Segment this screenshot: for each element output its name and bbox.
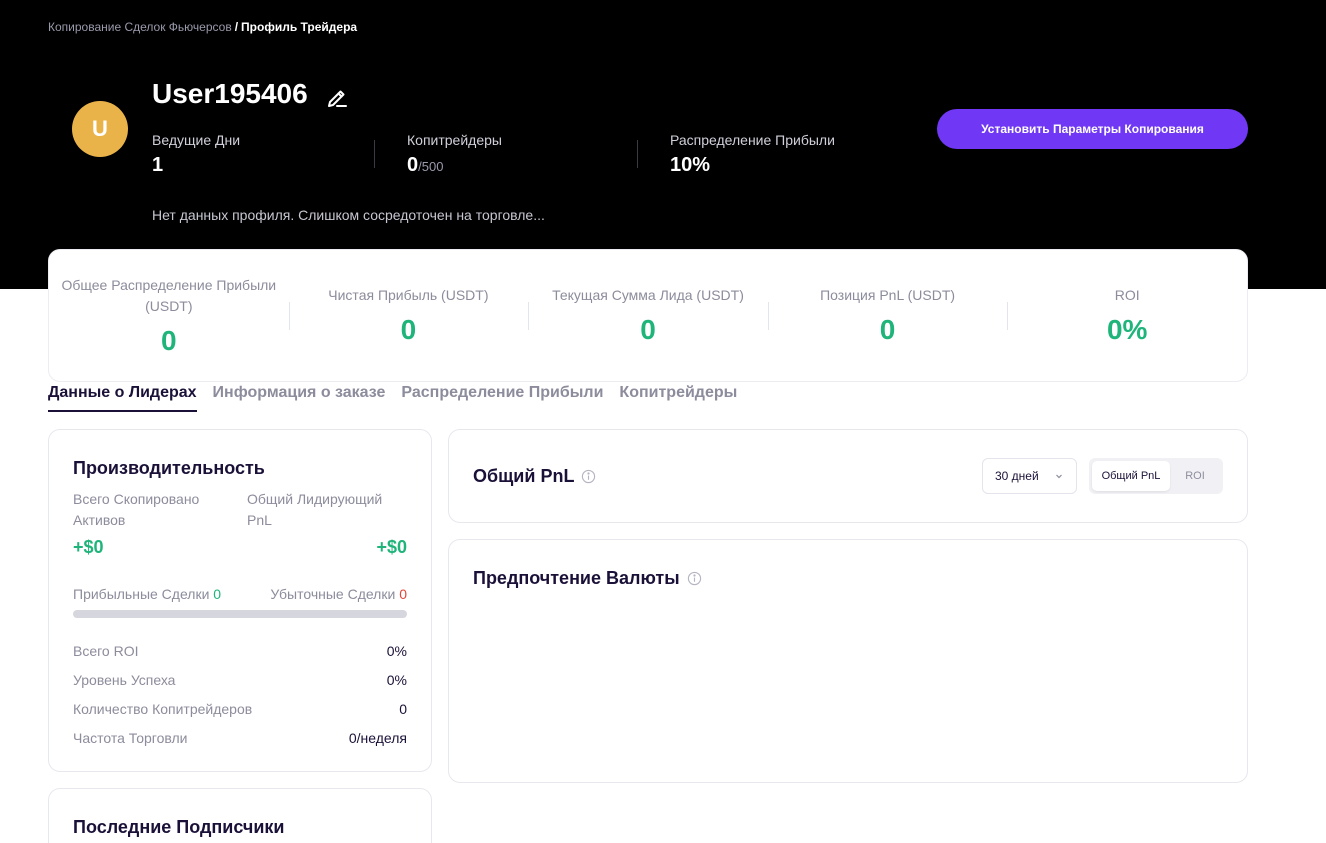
pnl-roi-toggle: Общий PnL ROI [1089,458,1223,494]
summary-panel: Общее Распределение Прибыли (USDT) 0 Чис… [48,249,1248,382]
breadcrumb-current: Профиль Трейдера [241,20,358,34]
total-copied-value: +$0 [73,537,104,557]
perf-row-label: Частота Торговли [73,729,188,746]
lead-pnl-label: Общий Лидирующий PnL [247,491,383,528]
stat-divider [637,140,638,168]
copytraders-stat: Копитрейдеры 0/500 [407,132,502,177]
perf-row-label: Всего ROI [73,642,139,659]
performance-card: Производительность Всего Скопировано Акт… [48,429,432,772]
win-loss-bar [73,610,407,618]
recent-subscribers-card: Последние Подписчики [48,788,432,843]
period-select[interactable]: 30 дней [982,458,1077,494]
perf-row-success-rate: Уровень Успеха 0% [73,665,407,694]
summary-value: 0 [161,324,177,356]
chevron-down-icon [1056,474,1062,479]
summary-net-profit: Чистая Прибыль (USDT) 0 [288,250,529,381]
perf-row-value: 0/неделя [348,729,407,746]
perf-row-trade-frequency: Частота Торговли 0/неделя [73,723,407,752]
currency-preference-card: Предпочтение Валюты [448,539,1248,783]
currency-preference-title: Предпочтение Валюты [473,568,680,588]
performance-title: Производительность [73,458,265,478]
breadcrumb-separator: / [234,20,239,34]
profile-tabs: Данные о Лидерах Информация о заказе Рас… [48,384,737,412]
summary-lead-amount: Текущая Сумма Лида (USDT) 0 [528,250,768,381]
summary-roi: ROI 0% [1007,250,1247,381]
copytraders-count: 0 [407,154,419,176]
summary-label: Текущая Сумма Лида (USDT) [552,287,744,303]
breadcrumb: Копирование Сделок Фьючерсов / Профиль Тре… [48,20,357,34]
summary-value: 0 [640,314,656,345]
profile-bio: Нет данных профиля. Слишком сосредоточен… [152,207,545,223]
lead-days-stat: Ведущие Дни 1 [152,132,240,177]
perf-row-value: 0% [386,642,407,659]
profit-trades-count: 0 [213,586,222,602]
stat-divider [374,140,375,168]
tab-copytraders[interactable]: Копитрейдеры [619,384,737,412]
copytraders-max: /500 [418,159,444,174]
toggle-roi[interactable]: ROI [1170,461,1220,491]
summary-value: 0 [879,314,896,345]
toggle-total-pnl[interactable]: Общий PnL [1092,461,1170,491]
perf-row-label: Уровень Успеха [73,671,176,688]
avatar: U [72,101,128,157]
currency-preference-header: Предпочтение Валюты [473,568,1223,589]
summary-label: Общее Распределение Прибыли (USDT) [61,276,277,314]
perf-row-copytraders-count: Количество Копитрейдеров 0 [73,694,407,723]
lead-pnl-value: +$0 [376,537,407,557]
recent-subscribers-title: Последние Подписчики [73,817,285,837]
total-copied-label: Всего Скопировано Активов [73,491,200,528]
summary-value: 0 [400,314,417,345]
performance-labels: Всего Скопировано Активов Общий Лидирующ… [73,489,407,531]
loss-trades-label: Убыточные Сделки [270,586,396,602]
lead-days-value: 1 [152,154,164,176]
profit-trades-label: Прибыльные Сделки [73,586,210,602]
breadcrumb-parent[interactable]: Копирование Сделок Фьючерсов [48,20,232,34]
total-pnl-title: Общий PnL [473,465,575,486]
summary-label: ROI [1114,287,1140,303]
copytraders-label: Копитрейдеры [407,132,502,148]
performance-amounts: +$0 +$0 [73,537,407,558]
summary-total-profit-share: Общее Распределение Прибыли (USDT) 0 [49,250,289,381]
loss-trades: Убыточные Сделки 0 [270,586,407,602]
username: User195406 [152,78,308,109]
edit-icon[interactable] [325,86,349,110]
profit-share-stat: Распределение Прибыли 10% [670,132,835,177]
lead-days-label: Ведущие Дни [152,132,241,148]
summary-label: Позиция PnL (USDT) [820,287,956,303]
period-select-value: 30 дней [995,469,1039,483]
copytraders-value: 0/500 [407,154,502,177]
trades-summary: Прибыльные Сделки 0 Убыточные Сделки 0 [73,586,407,602]
loss-trades-count: 0 [399,586,407,602]
profit-share-label: Распределение Прибыли [670,132,835,148]
summary-value: 0% [1106,314,1148,345]
tab-profit-share[interactable]: Распределение Прибыли [401,384,603,412]
tab-order-info[interactable]: Информация о заказе [213,384,386,412]
total-pnl-card: Общий PnL 30 дней Общий PnL ROI [448,429,1248,523]
tab-leader-data[interactable]: Данные о Лидерах [48,384,197,412]
perf-row-label: Количество Копитрейдеров [73,700,253,717]
info-icon[interactable] [581,469,596,484]
info-icon[interactable] [687,571,702,586]
perf-row-total-roi: Всего ROI 0% [73,636,407,665]
summary-position-pnl: Позиция PnL (USDT) 0 [767,250,1008,381]
profit-share-value: 10% [670,154,711,176]
profit-trades: Прибыльные Сделки 0 [73,586,221,602]
perf-row-value: 0 [399,700,407,717]
perf-row-value: 0% [386,671,407,688]
set-copy-params-button[interactable]: Установить Параметры Копирования [937,109,1248,149]
summary-label: Чистая Прибыль (USDT) [328,287,489,303]
